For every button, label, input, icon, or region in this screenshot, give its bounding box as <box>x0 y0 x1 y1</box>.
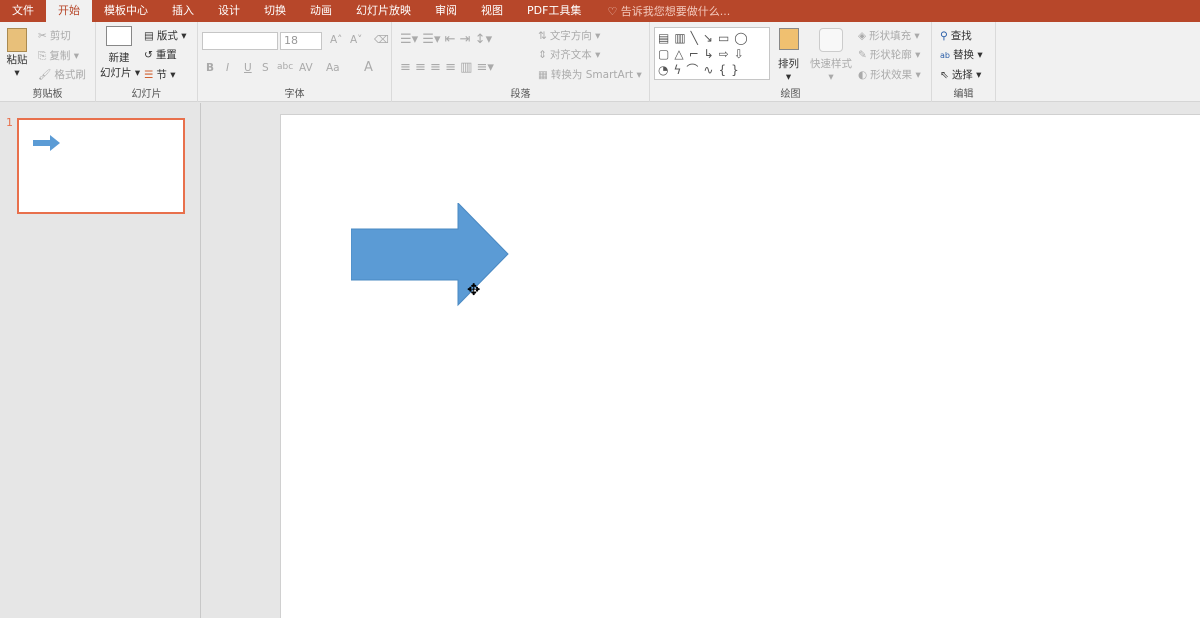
italic-button[interactable]: I <box>226 62 229 74</box>
shadow-button[interactable]: S <box>262 62 269 74</box>
tell-me-search[interactable]: ♡ 告诉我您想要做什么... <box>593 3 730 19</box>
effects-icon: ◐ <box>858 69 868 81</box>
drawing-group: ▤▥╲↘▭◯ ▢△⌐↳⇨⇩ ◔ϟ⌒∿{} 排列 ▾ 快速样式 ▾ ◈ 形状填充 ▾ ✎ 形状… <box>650 22 932 102</box>
ribbon-tabs: 文件 开始 模板中心 插入 设计 切换 动画 幻灯片放映 审阅 视图 PDF工具… <box>0 0 1200 22</box>
tab-home[interactable]: 开始 <box>46 0 92 22</box>
scissors-icon: ✂ <box>38 30 47 42</box>
font-name-input[interactable] <box>202 32 278 50</box>
replace-icon: ab <box>940 51 950 60</box>
shape-fill-button[interactable]: ◈ 形状填充 ▾ <box>858 28 920 43</box>
clipboard-label: 剪贴板 <box>32 89 63 100</box>
ribbon: 粘贴 ▾ ✂ 剪切 ⎘ 复制 ▾ 🖌 格式刷 剪贴板 新建 幻灯片 ▾ ▤ 版式 ▾ ↺ 重置… <box>0 22 1200 102</box>
slides-label: 幻灯片 <box>131 89 162 100</box>
new-slide-icon <box>106 26 132 46</box>
tab-file[interactable]: 文件 <box>0 0 46 22</box>
paint-bucket-icon: ◈ <box>858 30 867 42</box>
clipboard-icon <box>7 28 27 52</box>
underline-button[interactable]: U <box>244 62 252 74</box>
search-icon: ⚲ <box>940 30 948 42</box>
right-arrow-shape[interactable]: ✥ <box>351 203 591 403</box>
select-button[interactable]: ⇖ 选择 ▾ <box>940 67 981 82</box>
smartart-icon: ▦ <box>538 69 548 81</box>
slide-number: 1 <box>6 116 13 129</box>
slide-thumbnail[interactable] <box>17 118 185 214</box>
format-painter-button[interactable]: 🖌 格式刷 <box>38 67 86 82</box>
editing-group: ⚲ 查找 ab 替换 ▾ ⇖ 选择 ▾ 编辑 <box>932 22 996 102</box>
slide-thumbnails-pane: 1 <box>0 103 201 618</box>
pencil-icon: ✎ <box>858 49 867 61</box>
section-icon: ☰ <box>144 69 154 81</box>
replace-button[interactable]: ab 替换 ▾ <box>940 47 983 62</box>
paste-button[interactable]: 粘贴 ▾ <box>5 28 29 79</box>
layout-button[interactable]: ▤ 版式 ▾ <box>144 28 187 43</box>
tab-slideshow[interactable]: 幻灯片放映 <box>344 0 423 22</box>
text-direction-button[interactable]: ⇅ 文字方向 ▾ <box>538 28 600 43</box>
move-cursor-icon: ✥ <box>467 280 480 299</box>
paragraph-group: ☰▾ ☰▾ ⇤ ⇥ ↕▾ ≡ ≡ ≡ ≡ ▥ ≡▾ ⇅ 文字方向 ▾ ⇕ 对齐文本 … <box>392 22 650 102</box>
shape-outline-button[interactable]: ✎ 形状轮廓 ▾ <box>858 47 920 62</box>
quick-styles-button[interactable]: 快速样式 ▾ <box>810 28 852 83</box>
shapes-gallery[interactable]: ▤▥╲↘▭◯ ▢△⌐↳⇨⇩ ◔ϟ⌒∿{} <box>654 27 770 80</box>
arrange-button[interactable]: 排列 ▾ <box>778 28 799 83</box>
grow-font-button[interactable]: A˄ <box>330 34 342 46</box>
tab-template-center[interactable]: 模板中心 <box>92 0 160 22</box>
smartart-button[interactable]: ▦ 转换为 SmartArt ▾ <box>538 67 642 82</box>
shrink-font-button[interactable]: A˅ <box>350 34 362 46</box>
tab-review[interactable]: 审阅 <box>423 0 469 22</box>
change-case-button[interactable]: Aa <box>326 62 340 74</box>
lightbulb-icon: ♡ <box>607 5 621 18</box>
strikethrough-button[interactable]: abc <box>277 62 293 72</box>
brush-icon: 🖌 <box>38 69 52 81</box>
align-text-button[interactable]: ⇕ 对齐文本 ▾ <box>538 47 600 62</box>
font-label: 字体 <box>284 89 305 100</box>
shape-effects-button[interactable]: ◐ 形状效果 ▾ <box>858 67 921 82</box>
cut-button[interactable]: ✂ 剪切 <box>38 28 71 43</box>
list-buttons-icon[interactable]: ☰▾ ☰▾ ⇤ ⇥ ↕▾ <box>400 32 492 47</box>
arrow-shape-thumbnail <box>33 135 60 151</box>
font-group: 18 A˄ A˅ ⌫ B I U S abc AV Aa A 字体 <box>198 22 392 102</box>
section-button[interactable]: ☰ 节 ▾ <box>144 67 176 82</box>
clear-format-icon[interactable]: ⌫ <box>374 34 389 46</box>
new-slide-button[interactable]: 新建 幻灯片 ▾ <box>100 26 140 80</box>
tab-insert[interactable]: 插入 <box>160 0 206 22</box>
align-text-icon: ⇕ <box>538 49 547 61</box>
layout-icon: ▤ <box>144 30 154 42</box>
find-button[interactable]: ⚲ 查找 <box>940 28 972 43</box>
align-buttons-icon[interactable]: ≡ ≡ ≡ ≡ ▥ ≡▾ <box>400 60 494 75</box>
arrange-icon <box>778 28 799 50</box>
bold-button[interactable]: B <box>206 62 214 74</box>
quick-styles-icon <box>819 28 843 52</box>
editing-label: 编辑 <box>953 89 974 100</box>
font-color-button[interactable]: A <box>364 60 373 75</box>
slides-group: 新建 幻灯片 ▾ ▤ 版式 ▾ ↺ 重置 ☰ 节 ▾ 幻灯片 <box>96 22 198 102</box>
tab-transitions[interactable]: 切换 <box>252 0 298 22</box>
copy-icon: ⎘ <box>38 50 47 62</box>
copy-button[interactable]: ⎘ 复制 ▾ <box>38 48 79 63</box>
tab-design[interactable]: 设计 <box>206 0 252 22</box>
char-spacing-button[interactable]: AV <box>299 62 313 74</box>
tab-animations[interactable]: 动画 <box>298 0 344 22</box>
drawing-label: 绘图 <box>780 89 801 100</box>
text-direction-icon: ⇅ <box>538 30 547 42</box>
tab-pdf-tools[interactable]: PDF工具集 <box>515 0 593 22</box>
reset-button[interactable]: ↺ 重置 <box>144 47 177 62</box>
slide-canvas[interactable]: ✥ <box>280 114 1200 618</box>
reset-icon: ↺ <box>144 49 153 61</box>
cursor-icon: ⇖ <box>940 69 949 81</box>
paragraph-label: 段落 <box>510 89 531 100</box>
font-size-input[interactable]: 18 <box>280 32 322 50</box>
clipboard-group: 粘贴 ▾ ✂ 剪切 ⎘ 复制 ▾ 🖌 格式刷 剪贴板 <box>0 22 96 102</box>
tab-view[interactable]: 视图 <box>469 0 515 22</box>
